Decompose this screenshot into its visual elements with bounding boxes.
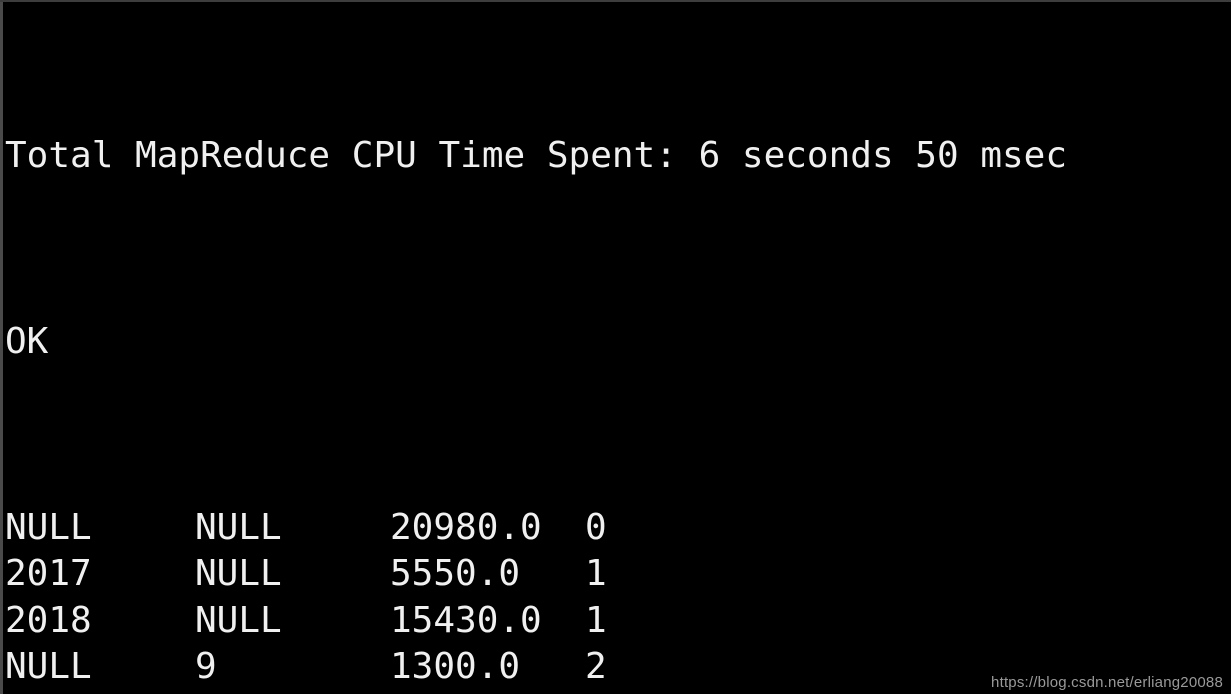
cell-col4: 2 (585, 646, 607, 687)
cell-col1: NULL (0, 691, 195, 694)
cell-col2: NULL (195, 553, 282, 594)
cell-col3: 20980.0 (390, 506, 542, 548)
cell-col1: NULL (5, 506, 92, 548)
terminal-screen: Total MapReduce CPU Time Spent: 6 second… (0, 0, 1231, 694)
cell-col3: 5550.0 (390, 553, 521, 594)
cell-col4: 1 (585, 599, 607, 641)
status-line-ok: OK (5, 320, 49, 362)
terminal-output[interactable]: Total MapReduce CPU Time Spent: 6 second… (0, 0, 1231, 694)
cell-col3: 15430.0 (390, 599, 542, 641)
table-row: NULL82650.02 (0, 691, 1231, 694)
cell-col4: 2 (585, 691, 685, 694)
result-rows: NULL NULL 20980.0 0 2017 NULL 5550.0 1 2018 NULL 1… (0, 505, 1231, 694)
cell-col1: 2017 (5, 553, 92, 594)
cell-col4: 1 (585, 553, 607, 594)
status-line-cpu-time: Total MapReduce CPU Time Spent: 6 second… (5, 134, 1068, 176)
cell-col2: NULL (195, 506, 282, 548)
cell-col4: 0 (585, 506, 607, 548)
table-row: 2017 NULL 5550.0 1 (0, 551, 1231, 598)
table-row: 2018 NULL 15430.0 1 (0, 598, 1231, 645)
cell-col2: 8 (195, 691, 390, 694)
cell-col3: 1300.0 (390, 646, 521, 687)
cell-col1: 2018 (5, 599, 92, 641)
cell-col2: NULL (195, 599, 282, 641)
table-row: NULL NULL 20980.0 0 (0, 505, 1231, 552)
cell-col1: NULL (5, 646, 92, 687)
cell-col2: 9 (195, 646, 217, 687)
cell-col3: 2650.0 (390, 691, 585, 694)
watermark-url: https://blog.csdn.net/erliang20088 (991, 674, 1223, 691)
